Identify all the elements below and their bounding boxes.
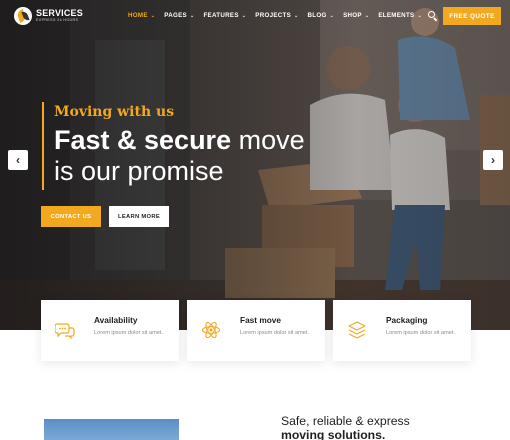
- menu-item-shop[interactable]: SHOP ⌄: [343, 12, 369, 19]
- menu-item-blog[interactable]: BLOG ⌄: [308, 12, 335, 19]
- logo-text: SERVICES EXPRESS 24 HOURS: [36, 9, 83, 23]
- chevron-down-icon: ⌄: [189, 12, 195, 19]
- hero-title-bold: Fast & secure: [54, 125, 232, 155]
- chat-bubbles-icon: [55, 323, 75, 340]
- menu-label: PAGES: [164, 12, 187, 19]
- hero-copy: Moving with us Fast & secure move is our…: [42, 102, 305, 190]
- page: SERVICES EXPRESS 24 HOURS HOME ⌄ PAGES ⌄ F…: [0, 0, 510, 440]
- hero-title-line2: is our promise: [54, 156, 224, 186]
- about-heading-line2: moving solutions.: [281, 428, 386, 440]
- contact-us-button[interactable]: CONTACT US: [41, 206, 101, 227]
- chevron-down-icon: ⌄: [329, 12, 335, 19]
- chevron-down-icon: ⌄: [150, 12, 156, 19]
- feature-card-availability[interactable]: Availability Lorem ipsum dolor sit amet.: [41, 300, 179, 361]
- feature-card-packaging[interactable]: Packaging Lorem ipsum dolor sit amet.: [333, 300, 471, 361]
- menu-label: SHOP: [343, 12, 362, 19]
- menu-item-elements[interactable]: ELEMENTS ⌄: [378, 12, 422, 19]
- feature-card-fast-move[interactable]: Fast move Lorem ipsum dolor sit amet.: [187, 300, 325, 361]
- feature-title: Fast move: [240, 315, 282, 325]
- chevron-left-icon: ‹: [16, 153, 20, 167]
- hero-title-rest: move: [238, 125, 305, 155]
- search-icon-handle: [433, 17, 438, 22]
- menu-label: BLOG: [307, 12, 327, 19]
- atom-icon: [201, 321, 221, 339]
- free-quote-button[interactable]: FREE QUOTE: [443, 7, 501, 25]
- hero-kicker: Moving with us: [54, 104, 175, 120]
- main-menu: HOME ⌄ PAGES ⌄ FEATURES ⌄ PROJECTS ⌄ BLOG ⌄ S…: [128, 12, 422, 19]
- brand-tagline: EXPRESS 24 HOURS: [36, 18, 79, 23]
- brand-logo[interactable]: SERVICES EXPRESS 24 HOURS: [14, 7, 83, 25]
- slider-prev-button[interactable]: ‹: [8, 150, 28, 170]
- hero-title: Fast & secure move is our promise: [54, 125, 305, 187]
- feature-title: Packaging: [386, 315, 428, 325]
- menu-item-pages[interactable]: PAGES ⌄: [164, 12, 194, 19]
- logo-icon: [14, 7, 32, 25]
- chevron-down-icon: ⌄: [417, 12, 422, 19]
- feature-desc: Lorem ipsum dolor sit amet.: [386, 330, 456, 336]
- menu-label: ELEMENTS: [378, 12, 415, 19]
- chevron-down-icon: ⌄: [294, 12, 299, 19]
- menu-item-projects[interactable]: PROJECTS ⌄: [255, 12, 298, 19]
- layers-icon: [348, 321, 366, 339]
- menu-item-features[interactable]: FEATURES ⌄: [203, 12, 246, 19]
- header-nav: SERVICES EXPRESS 24 HOURS HOME ⌄ PAGES ⌄ F…: [0, 0, 510, 33]
- slider-next-button[interactable]: ›: [483, 150, 503, 170]
- search-icon[interactable]: [428, 11, 438, 22]
- brand-name: SERVICES: [36, 8, 83, 19]
- menu-label: HOME: [128, 12, 148, 19]
- feature-desc: Lorem ipsum dolor sit amet.: [240, 330, 310, 336]
- chevron-down-icon: ⌄: [364, 12, 370, 19]
- chevron-right-icon: ›: [491, 153, 495, 167]
- menu-label: PROJECTS: [255, 12, 292, 19]
- feature-cards: Availability Lorem ipsum dolor sit amet.…: [41, 300, 471, 361]
- menu-label: FEATURES: [203, 12, 239, 19]
- feature-desc: Lorem ipsum dolor sit amet.: [94, 330, 164, 336]
- about-heading: Safe, reliable & express moving solution…: [281, 414, 410, 440]
- feature-title: Availability: [94, 315, 138, 325]
- learn-more-button[interactable]: LEARN MORE: [109, 206, 169, 227]
- about-image: [44, 419, 179, 440]
- chevron-down-icon: ⌄: [241, 12, 247, 19]
- menu-item-home[interactable]: HOME ⌄: [128, 12, 155, 19]
- about-heading-line1: Safe, reliable & express: [281, 414, 410, 428]
